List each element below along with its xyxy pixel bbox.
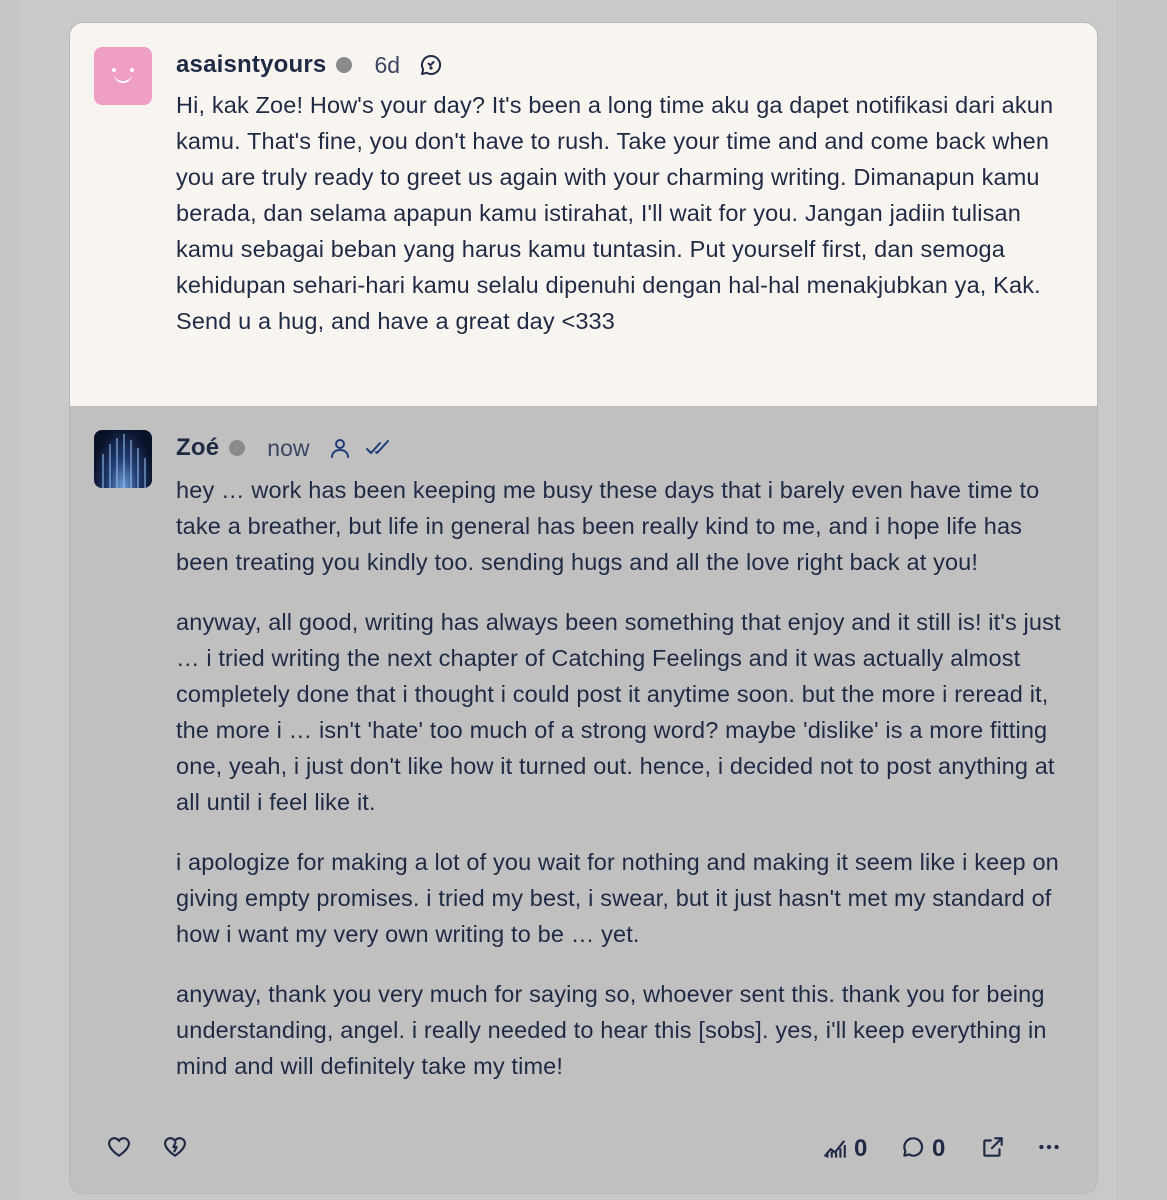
ask-meta: asaisntyours 6d: [176, 47, 1073, 83]
answerer-avatar[interactable]: [94, 430, 152, 488]
avatar-light-streak: [123, 434, 125, 488]
post-footer: 0 0: [70, 1105, 1097, 1193]
broken-heart-icon: [162, 1134, 188, 1164]
external-link-icon: [980, 1134, 1006, 1164]
share-button[interactable]: [980, 1131, 1006, 1167]
page-background-right: [1117, 0, 1167, 1200]
comments-button[interactable]: 0: [900, 1131, 945, 1167]
answer-meta: Zoé now: [176, 430, 1067, 466]
double-check-icon: [365, 435, 391, 461]
avatar-eye-left: [112, 68, 116, 72]
views-button[interactable]: 0: [822, 1131, 867, 1167]
answer-section: Zoé now hey … work has been keeping me b…: [70, 406, 1097, 1095]
ask-text: Hi, kak Zoe! How's your day? It's been a…: [176, 92, 1054, 334]
answerer-username[interactable]: Zoé: [176, 434, 219, 462]
comment-bubble-icon: [900, 1134, 926, 1164]
avatar-light-streak: [116, 438, 118, 488]
avatar-light-streak: [130, 440, 132, 488]
page-background-left: [0, 0, 20, 1200]
avatar-light-streak: [102, 454, 104, 488]
user-icon: [327, 435, 353, 461]
ellipsis-icon: [1036, 1134, 1062, 1164]
more-options-button[interactable]: [1036, 1131, 1062, 1167]
avatar-light-streak: [144, 458, 146, 488]
stats-chart-icon: [822, 1134, 848, 1164]
post-card: asaisntyours 6d Hi, kak Zoe! How's your …: [69, 22, 1098, 1194]
answerer-status-dot: [229, 440, 246, 456]
dislike-button[interactable]: [162, 1131, 188, 1167]
like-button[interactable]: [106, 1131, 132, 1167]
avatar-eye-right: [130, 68, 134, 72]
ask-bubble-icon: [418, 52, 444, 78]
avatar-smile: [114, 74, 132, 83]
asker-username[interactable]: asaisntyours: [176, 51, 326, 79]
ask-timestamp[interactable]: 6d: [374, 52, 400, 79]
answer-paragraph: anyway, all good, writing has always bee…: [176, 609, 1061, 815]
answer-paragraph: i apologize for making a lot of you wait…: [176, 849, 1059, 947]
views-count: 0: [854, 1135, 868, 1162]
asker-status-dot: [336, 57, 353, 73]
asker-avatar[interactable]: [94, 47, 152, 105]
heart-icon: [106, 1134, 132, 1164]
answer-timestamp[interactable]: now: [267, 435, 309, 462]
answer-text: hey … work has been keeping me busy thes…: [176, 472, 1067, 1084]
comments-count: 0: [932, 1135, 946, 1162]
avatar-light-streak: [137, 448, 139, 488]
answer-paragraph: hey … work has been keeping me busy thes…: [176, 477, 1040, 575]
avatar-light-streak: [109, 444, 111, 488]
ask-section: asaisntyours 6d Hi, kak Zoe! How's your …: [70, 23, 1097, 406]
answer-paragraph: anyway, thank you very much for saying s…: [176, 981, 1047, 1079]
